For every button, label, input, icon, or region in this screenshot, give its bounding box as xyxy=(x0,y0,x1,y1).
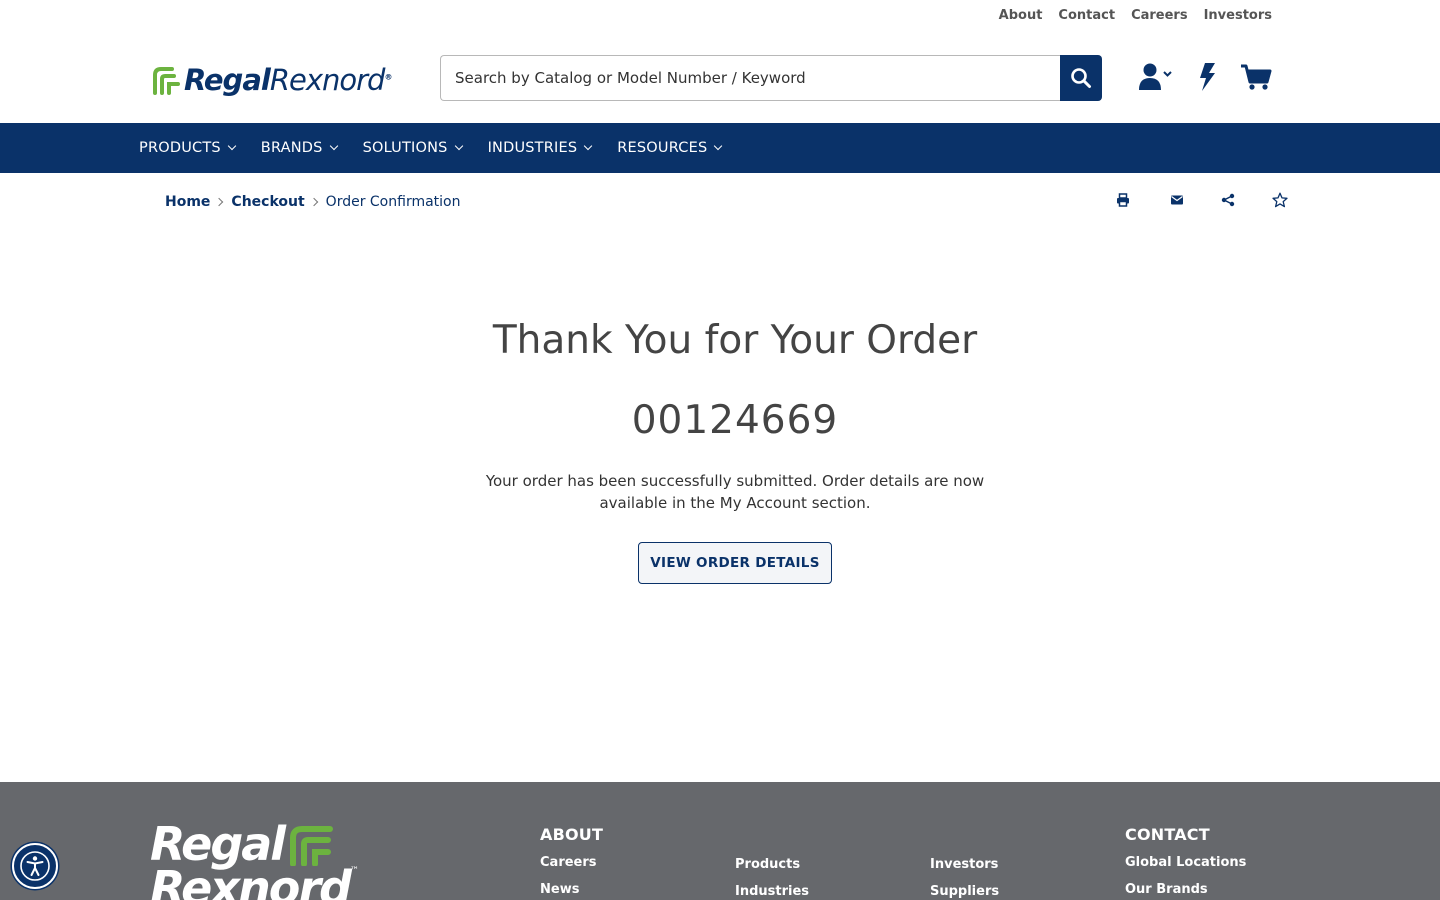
quick-order-button[interactable] xyxy=(1198,63,1216,91)
cart-icon xyxy=(1241,64,1272,90)
footer-link-our-brands[interactable]: Our Brands xyxy=(1125,882,1246,897)
utility-link-contact[interactable]: Contact xyxy=(1058,8,1115,23)
cart-button[interactable] xyxy=(1240,63,1272,91)
footer-logo-mark-icon xyxy=(290,826,334,866)
page-title: Thank You for Your Order xyxy=(492,318,978,363)
brand-logo[interactable]: RegalRexnord® xyxy=(152,60,392,100)
nav-products[interactable]: PRODUCTS xyxy=(139,140,237,156)
favorite-button[interactable] xyxy=(1271,191,1289,209)
footer-heading-contact: CONTACT xyxy=(1125,825,1210,844)
header-icons xyxy=(1138,62,1272,92)
search-icon xyxy=(1071,68,1091,88)
footer-link-products[interactable]: Products xyxy=(735,857,809,872)
breadcrumb-current: Order Confirmation xyxy=(325,194,461,210)
footer-link-global-locations[interactable]: Global Locations xyxy=(1125,855,1246,870)
logo-wordmark: RegalRexnord® xyxy=(184,63,392,97)
breadcrumb-checkout[interactable]: Checkout xyxy=(231,194,304,210)
chevron-right-icon xyxy=(309,197,318,207)
utility-links: About Contact Careers Investors xyxy=(999,8,1272,23)
account-menu-button[interactable] xyxy=(1138,62,1174,92)
view-order-details-button[interactable]: VIEW ORDER DETAILS xyxy=(638,542,832,584)
share-icon xyxy=(1221,193,1235,207)
search-button[interactable] xyxy=(1060,55,1102,101)
footer-heading-about: ABOUT xyxy=(540,825,604,844)
chevron-down-icon xyxy=(227,141,237,151)
accessibility-icon xyxy=(20,851,50,881)
footer-column-3: Investors Suppliers xyxy=(930,857,999,900)
chevron-down-icon xyxy=(329,141,338,151)
favorite-star-icon xyxy=(1272,192,1288,208)
utility-bar: About Contact Careers Investors xyxy=(0,0,1440,34)
chevron-down-icon xyxy=(714,141,723,151)
breadcrumb: Home Checkout Order Confirmation xyxy=(165,194,460,210)
page-tools xyxy=(1114,191,1290,209)
nav-solutions[interactable]: SOLUTIONS xyxy=(363,140,463,156)
utility-link-investors[interactable]: Investors xyxy=(1204,8,1272,23)
footer-link-investors[interactable]: Investors xyxy=(930,857,999,872)
print-button[interactable] xyxy=(1114,191,1132,209)
email-button[interactable] xyxy=(1168,191,1186,209)
print-icon xyxy=(1117,193,1129,207)
chevron-right-icon xyxy=(215,197,224,207)
accessibility-button[interactable] xyxy=(12,843,58,889)
search-bar xyxy=(440,55,1102,101)
breadcrumb-home[interactable]: Home xyxy=(165,194,210,210)
site-header: RegalRexnord® xyxy=(0,34,1440,123)
user-icon xyxy=(1139,63,1172,90)
chevron-down-icon xyxy=(584,141,593,151)
footer-link-careers[interactable]: Careers xyxy=(540,855,603,870)
site-footer: Regal Rexnord™ ABOUT Careers News Produc… xyxy=(0,782,1440,900)
footer-logo[interactable]: Regal Rexnord™ xyxy=(150,821,359,900)
footer-column-2: Products Industries xyxy=(735,857,809,900)
confirmation-message: Your order has been successfully submitt… xyxy=(485,472,985,512)
order-number: 00124669 xyxy=(631,398,839,443)
bolt-icon xyxy=(1200,63,1215,91)
chevron-down-icon xyxy=(454,141,463,151)
nav-industries[interactable]: INDUSTRIES xyxy=(488,140,593,156)
footer-contact-column: CONTACT Global Locations Our Brands xyxy=(1125,825,1246,900)
footer-link-news[interactable]: News xyxy=(540,882,603,897)
nav-resources[interactable]: RESOURCES xyxy=(617,140,723,156)
logo-mark-icon xyxy=(153,67,180,95)
footer-link-industries[interactable]: Industries xyxy=(735,884,809,899)
footer-about-column: ABOUT Careers News xyxy=(540,825,603,900)
nav-brands[interactable]: BRANDS xyxy=(261,140,338,156)
footer-link-suppliers[interactable]: Suppliers xyxy=(930,884,999,899)
email-icon xyxy=(1171,195,1183,205)
share-button[interactable] xyxy=(1219,191,1237,209)
utility-link-about[interactable]: About xyxy=(999,8,1043,23)
utility-link-careers[interactable]: Careers xyxy=(1131,8,1188,23)
search-input[interactable] xyxy=(440,55,1060,101)
main-nav: PRODUCTS BRANDS SOLUTIONS INDUSTRIES RES… xyxy=(0,123,1440,173)
